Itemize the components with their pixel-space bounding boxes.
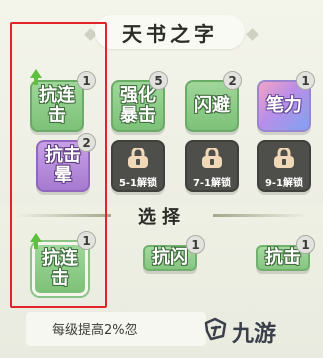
skill-description: 每级提高2%忽 [52,323,138,338]
lock-icon [274,148,294,168]
unlock-requirement: 5-1解锁 [118,178,158,189]
unlock-requirement: 7-1解锁 [192,178,232,189]
unlock-requirement: 9-1解锁 [264,178,304,189]
count-badge: 1 [296,235,315,254]
locked-slot[interactable]: 5-1解锁 [111,140,165,192]
selection-title: 选择 [138,207,186,228]
skill-tile-label: 笔力 [266,95,302,116]
lock-icon [202,148,222,168]
locked-slot[interactable]: 9-1解锁 [257,140,311,192]
option-label: 抗击 [265,247,301,268]
option-label: 抗闪 [152,247,188,268]
section-divider-right [213,214,308,217]
jiuyou-logo-icon [204,317,227,341]
count-badge: 5 [149,71,168,90]
locked-slot[interactable]: 7-1解锁 [185,140,239,192]
skill-tile-label: 闪避 [194,95,230,116]
highlight-annotation-box [10,22,107,308]
panel-title: 天书之字 [122,22,218,46]
count-badge: 1 [296,71,315,90]
skill-tile-label: 强化 暴击 [120,85,156,126]
watermark-label: 九游 [232,322,277,347]
count-badge: 2 [223,71,242,90]
count-badge: 1 [186,235,205,254]
lock-icon [128,148,148,168]
